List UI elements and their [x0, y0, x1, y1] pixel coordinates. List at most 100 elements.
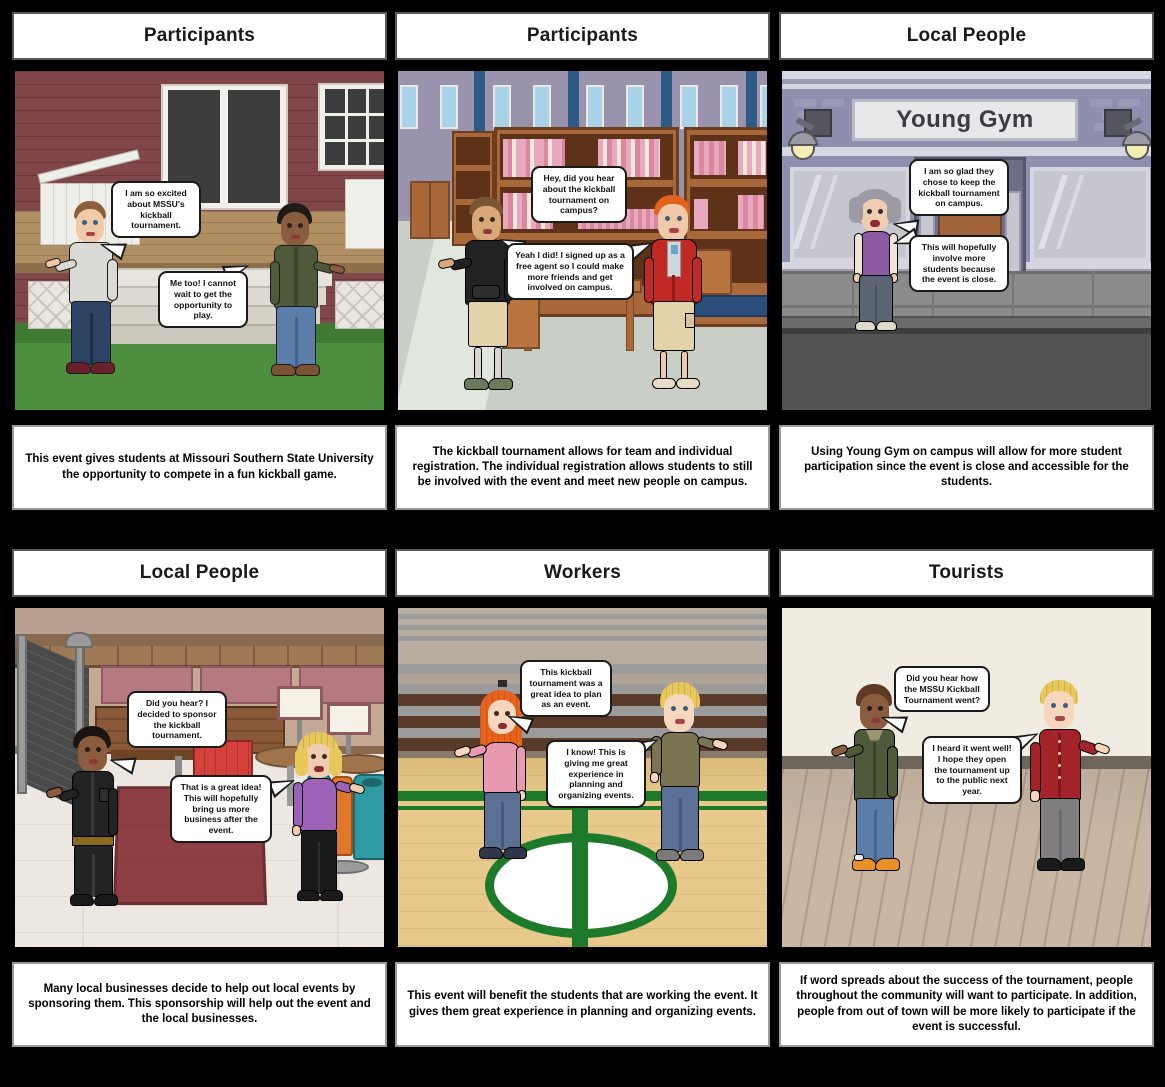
character-woman-purple-top: [844, 189, 906, 334]
panel-5-scene[interactable]: This kickball tournament was a great ide…: [395, 605, 770, 950]
panel-3-caption-box: Using Young Gym on campus will allow for…: [779, 425, 1154, 510]
sleeve-left: [854, 233, 863, 277]
character-boy-red-jacket: [641, 195, 703, 393]
sandal-right: [676, 378, 700, 389]
storyboard-canvas: Participants I am so excited about MSSU'…: [0, 0, 1165, 1087]
gym-sign: Young Gym: [852, 99, 1078, 141]
roof-trim-3: [782, 84, 1151, 89]
character-boy-green-jacket: [263, 203, 346, 393]
speech-bubble-p1-b2: Me too! I cannot wait to get the opportu…: [158, 271, 248, 329]
panel-1-caption: This event gives students at Missouri So…: [25, 453, 374, 481]
panel-2-caption: The kickball tournament allows for team …: [412, 445, 753, 489]
face: [281, 212, 309, 246]
speech-bubble-p3-b2: This will hopefully involve more student…: [909, 235, 1009, 293]
panel-6-title: Tourists: [928, 562, 1005, 583]
column-3: [661, 71, 672, 131]
character-man-red-shirt: [1026, 680, 1112, 885]
scene-empty-room: Did you hear how the MSSU Kickball Tourn…: [782, 608, 1151, 947]
roof-trim-1: [782, 71, 1151, 79]
panel-6-title-bar: Tourists: [779, 549, 1154, 597]
mall-ceiling: [15, 608, 384, 634]
bleacher-marker: [498, 680, 507, 687]
table-leg-2: [626, 293, 634, 351]
speech-bubble-p6-b1: Did you hear how the MSSU Kickball Tourn…: [894, 666, 990, 713]
shoe-right: [876, 321, 897, 331]
gym-sign-text: Young Gym: [896, 106, 1034, 133]
sandal-left: [652, 378, 676, 389]
shoe-left: [855, 321, 876, 331]
escalator-rail-left: [17, 634, 27, 794]
olive-shirt: [660, 732, 700, 788]
upper-window-band: [398, 85, 767, 129]
panel-4-caption: Many local businesses decide to help out…: [28, 982, 371, 1026]
column-4: [746, 71, 757, 131]
facade-band: [782, 147, 1151, 156]
panel-4-scene[interactable]: Did you hear? I decided to sponsor the k…: [12, 605, 387, 950]
heel-left: [297, 890, 320, 901]
porch-rail-right: [345, 179, 384, 249]
panel-4-title: Local People: [139, 562, 260, 583]
panel-1-title: Participants: [143, 25, 256, 46]
panel-2-title: Participants: [526, 25, 639, 46]
character-boy-olive-shirt: [648, 682, 729, 872]
panel-1-caption-box: This event gives students at Missouri So…: [12, 425, 387, 510]
panel-6-caption: If word spreads about the success of the…: [796, 975, 1137, 1033]
window-mullion-h2: [325, 139, 384, 142]
arm-right: [107, 259, 118, 301]
speech-bubble-p5-b1: This kickball tournament was a great ide…: [520, 660, 612, 718]
panel-3-caption: Using Young Gym on campus will allow for…: [804, 445, 1129, 489]
house-window-glass: [325, 89, 384, 165]
scene-gym-exterior: Young Gym I am so glad they chose to kee…: [782, 71, 1151, 410]
display-sign-1: [277, 686, 323, 720]
panel-4-title-bar: Local People: [12, 549, 387, 597]
character-woman-blonde-purple-top: [287, 732, 366, 914]
speech-bubble-p5-b2: I know! This is giving me great experien…: [546, 740, 646, 809]
panel-5-title: Workers: [543, 562, 622, 583]
court-center-line-top: [572, 833, 588, 947]
window-mullion-v1: [345, 89, 348, 165]
speech-bubble-p3-b1: I am so glad they chose to keep the kick…: [909, 159, 1009, 217]
panel-4-caption-box: Many local businesses decide to help out…: [12, 962, 387, 1047]
prosthetic-leg-right: [494, 347, 502, 381]
escalator-rail-right: [75, 634, 84, 738]
scene-house-porch: I am so excited about MSSU's kickball to…: [15, 71, 384, 410]
panel-2-caption-box: The kickball tournament allows for team …: [395, 425, 770, 510]
purple-top: [858, 231, 893, 277]
prosthetic-leg-left: [474, 347, 482, 381]
street: [782, 334, 1151, 410]
panel-6-caption-box: If word spreads about the success of the…: [779, 962, 1154, 1047]
arm-left: [270, 261, 280, 305]
speech-bubble-p4-b2: That is a great idea! This will hopefull…: [170, 775, 272, 844]
porch-door-glass-right: [228, 90, 280, 203]
curb: [782, 316, 1151, 328]
orange-shoe-right: [875, 858, 900, 871]
face: [76, 209, 104, 243]
panel-3-title: Local People: [906, 25, 1027, 46]
panel-3-title-bar: Local People: [779, 12, 1154, 60]
shoe-right: [90, 362, 115, 374]
column-2: [568, 71, 579, 131]
speech-bubble-p2-b2: Yeah I did! I signed up as a free agent …: [506, 243, 634, 301]
character-boy-gray-shirt: [44, 201, 119, 391]
hoodie-pocket: [472, 285, 500, 299]
panel-5-caption: This event will benefit the students tha…: [407, 990, 758, 1018]
panel-1-title-bar: Participants: [12, 12, 387, 60]
shoe-left: [271, 364, 296, 376]
purple-top: [300, 778, 337, 832]
shoe-left: [66, 362, 91, 374]
panel-6-scene[interactable]: Did you hear how the MSSU Kickball Tourn…: [779, 605, 1154, 950]
panel-5-caption-box: This event will benefit the students tha…: [395, 962, 770, 1047]
scene-shopping-mall: Did you hear? I decided to sponsor the k…: [15, 608, 384, 947]
speech-bubble-p2-b1: Hey, did you hear about the kickball tou…: [531, 166, 627, 224]
display-sign-2: [327, 703, 371, 735]
panel-2-scene[interactable]: Hey, did you hear about the kickball tou…: [395, 68, 770, 413]
window-mullion-v2: [366, 89, 369, 165]
panel-1-scene[interactable]: I am so excited about MSSU's kickball to…: [12, 68, 387, 413]
panel-3-scene[interactable]: Young Gym I am so glad they chose to kee…: [779, 68, 1154, 413]
porch-lattice-right: [335, 281, 384, 329]
speech-bubble-p6-b2: I heard it went well! I hope they open t…: [922, 736, 1022, 805]
heel-right: [320, 890, 343, 901]
speech-bubble-p1-b1: I am so excited about MSSU's kickball to…: [111, 181, 201, 239]
shoe-right: [295, 364, 320, 376]
panel-2-title-bar: Participants: [395, 12, 770, 60]
